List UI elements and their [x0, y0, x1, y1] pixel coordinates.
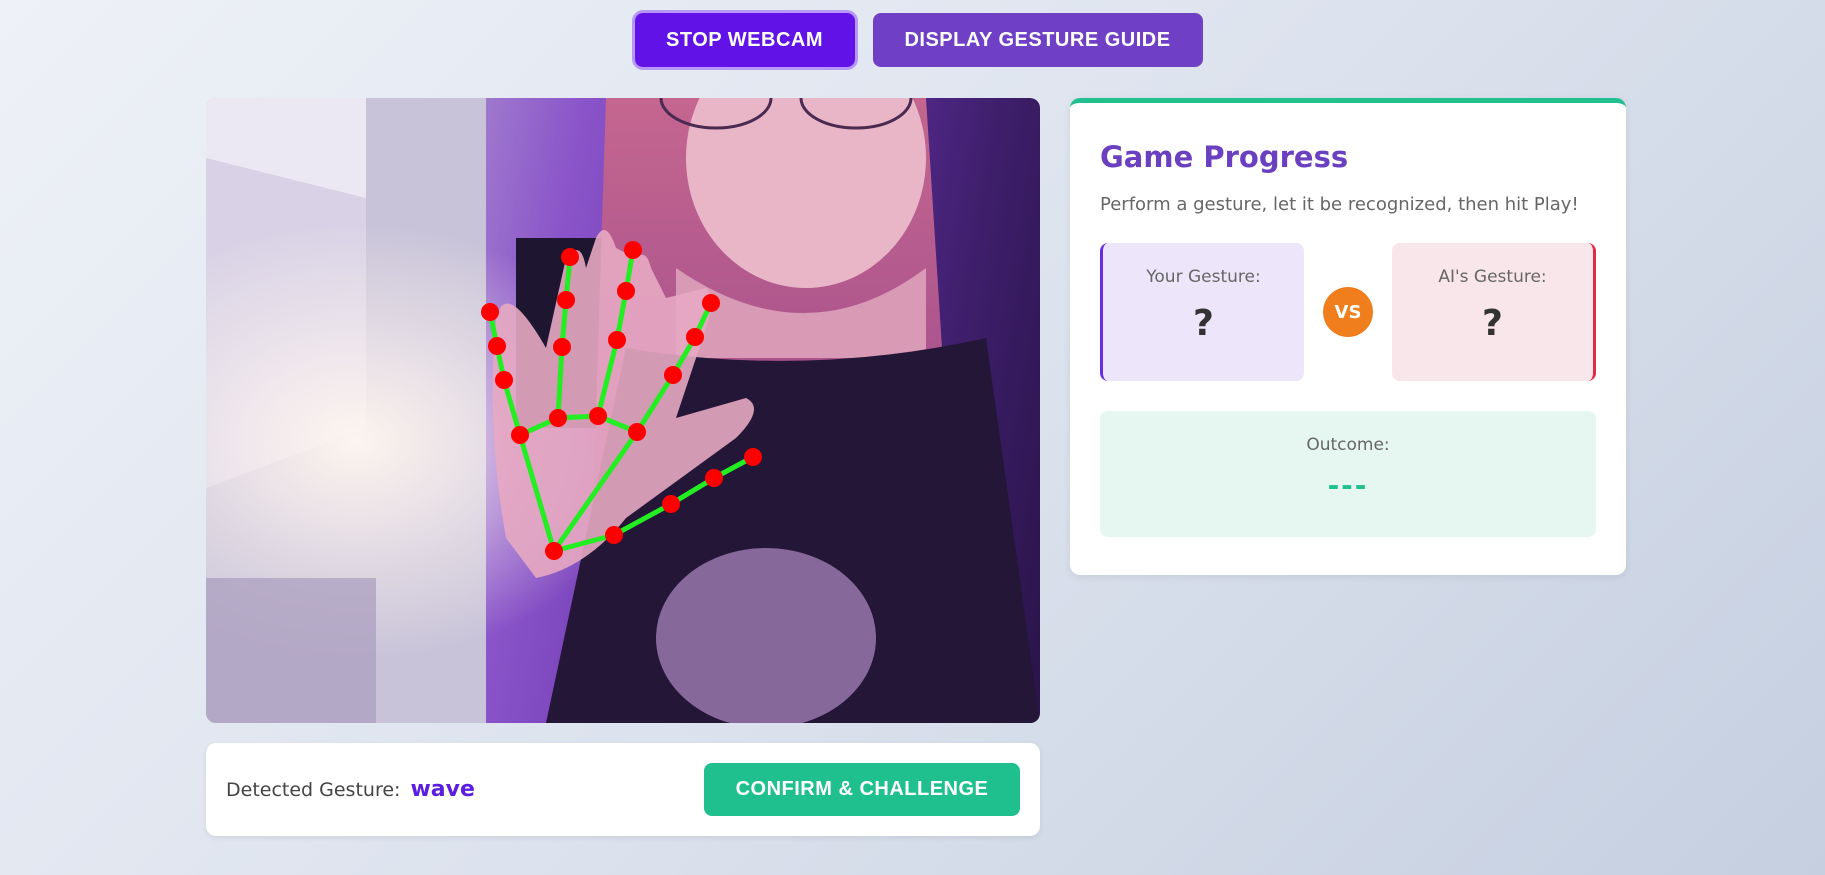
game-progress-subtitle: Perform a gesture, let it be recognized,… — [1100, 194, 1579, 215]
outcome-value: --- — [1327, 469, 1369, 502]
ai-gesture-label: AI's Gesture: — [1438, 267, 1547, 287]
ai-gesture-value: ? — [1482, 303, 1503, 344]
outcome-box: Outcome: --- — [1100, 411, 1596, 537]
vs-badge: VS — [1323, 287, 1373, 337]
landmark-pinky-pip — [495, 371, 513, 389]
your-gesture-value: ? — [1193, 303, 1214, 344]
display-gesture-guide-button[interactable]: DISPLAY GESTURE GUIDE — [872, 13, 1203, 67]
detected-gesture-bar: Detected Gesture: wave CONFIRM & CHALLEN… — [206, 743, 1040, 836]
landmark-pinky-dip — [488, 337, 506, 355]
landmark-thumb-ip — [705, 469, 723, 487]
landmark-pinky-mcp — [511, 426, 529, 444]
outcome-label: Outcome: — [1306, 435, 1390, 455]
detected-gesture-line: Detected Gesture: wave — [226, 777, 475, 802]
top-toolbar: STOP WEBCAM DISPLAY GESTURE GUIDE — [0, 13, 1825, 67]
landmark-index-dip — [686, 328, 704, 346]
detected-gesture-label: Detected Gesture: — [226, 779, 401, 801]
webcam-scene — [206, 98, 1040, 723]
gesture-comparison-row: Your Gesture: ? VS AI's Gesture: ? — [1100, 243, 1596, 381]
landmark-thumb-mcp — [662, 495, 680, 513]
landmark-index-pip — [664, 366, 682, 384]
shirt-print — [656, 548, 876, 723]
confirm-challenge-button[interactable]: CONFIRM & CHALLENGE — [704, 763, 1020, 816]
landmark-index-mcp — [628, 423, 646, 441]
landmark-middle-mcp — [589, 407, 607, 425]
landmark-wrist — [545, 542, 563, 560]
landmark-index-tip — [702, 294, 720, 312]
detected-gesture-value: wave — [410, 777, 475, 802]
landmark-ring-tip — [561, 248, 579, 266]
webcam-feed — [206, 98, 1040, 723]
game-progress-title: Game Progress — [1100, 140, 1349, 174]
landmark-middle-tip — [624, 241, 642, 259]
landmark-middle-dip — [617, 282, 635, 300]
your-gesture-label: Your Gesture: — [1146, 267, 1261, 287]
landmark-ring-mcp — [549, 409, 567, 427]
landmark-ring-dip — [557, 291, 575, 309]
ai-gesture-box: AI's Gesture: ? — [1392, 243, 1596, 381]
your-gesture-box: Your Gesture: ? — [1100, 243, 1304, 381]
radiator — [206, 578, 376, 723]
landmark-pinky-tip — [481, 303, 499, 321]
stop-webcam-button[interactable]: STOP WEBCAM — [634, 13, 855, 67]
landmark-middle-pip — [608, 331, 626, 349]
landmark-ring-pip — [553, 338, 571, 356]
landmark-thumb-tip — [744, 448, 762, 466]
game-progress-card: Game Progress Perform a gesture, let it … — [1070, 98, 1626, 575]
landmark-thumb-cmc — [605, 526, 623, 544]
